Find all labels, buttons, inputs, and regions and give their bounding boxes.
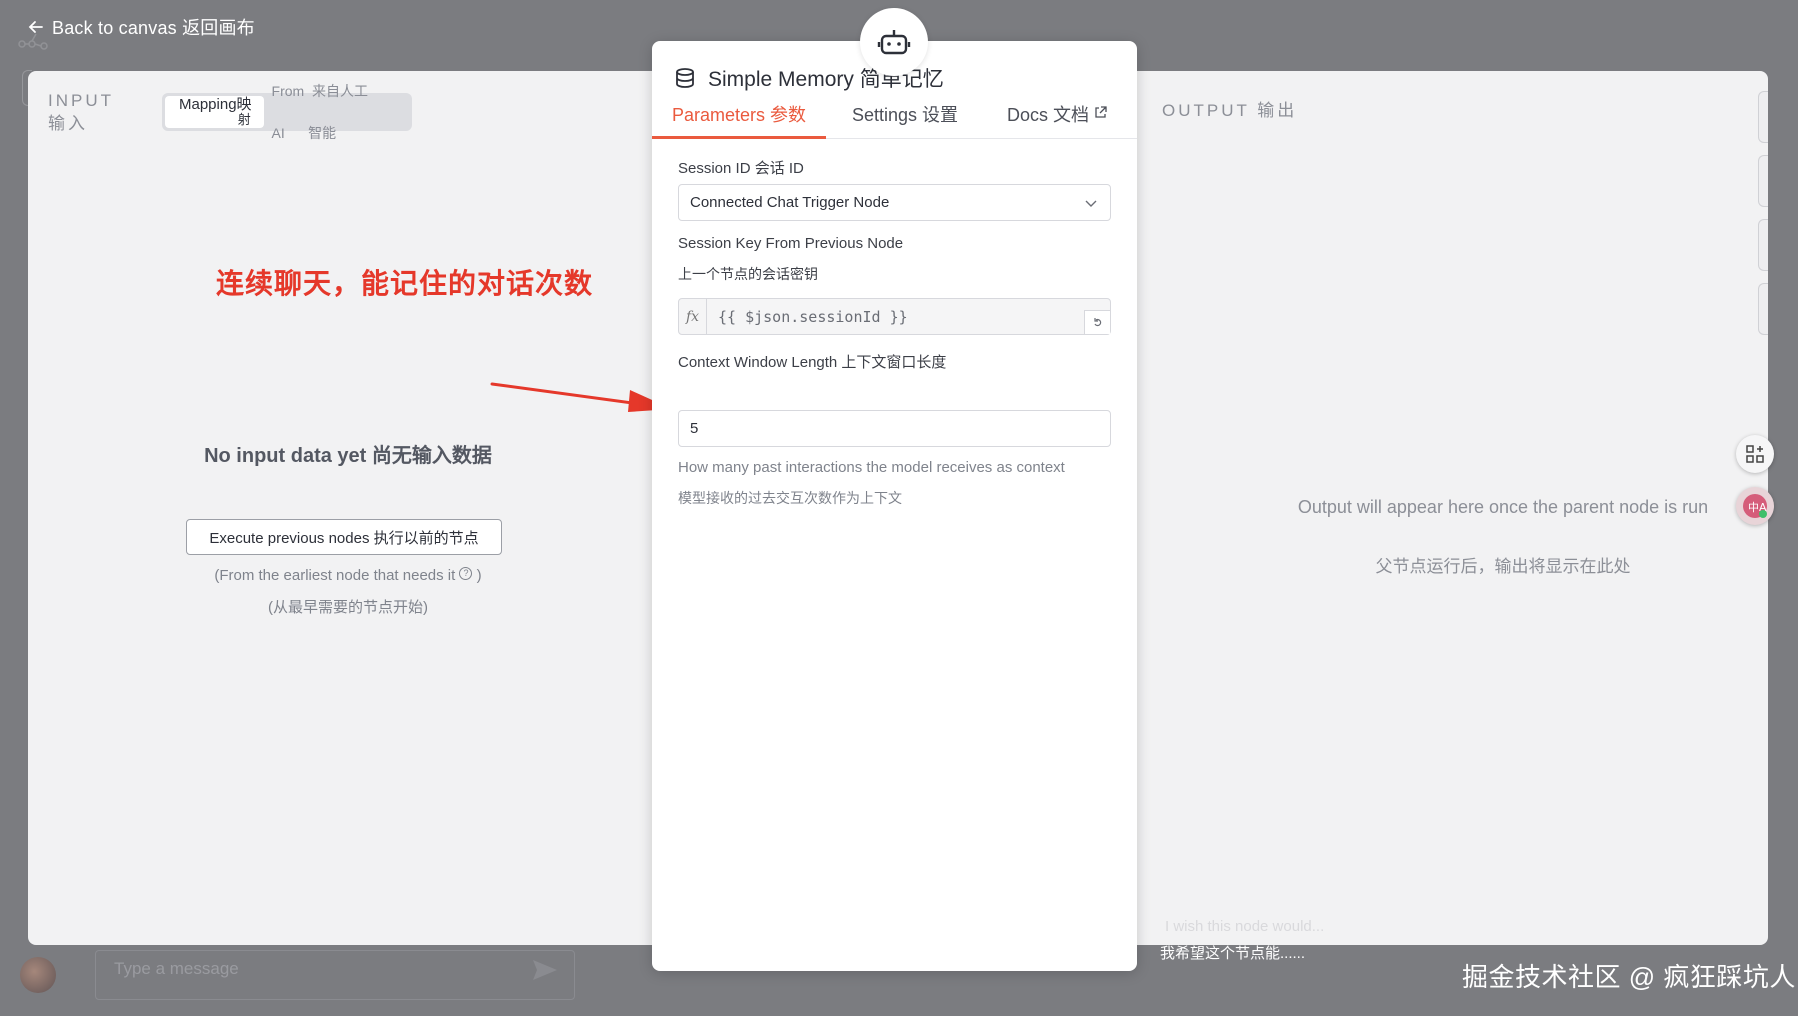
expand-icon xyxy=(1093,317,1101,326)
input-label-en: INPUT xyxy=(48,91,114,110)
session-key-expression: {{ $json.sessionId }} xyxy=(718,308,908,326)
input-section-label: INPUT 输入 xyxy=(48,89,114,135)
mode-from-ai-tab[interactable]: From 来自人工 AI 智能 xyxy=(264,84,376,140)
execute-note-text: (From the earliest node that needs it xyxy=(214,567,456,584)
back-to-canvas-label: Back to canvas 返回画布 xyxy=(52,18,255,38)
right-panel-edge xyxy=(1758,219,1768,271)
node-wish-prompt-cn: 我希望这个节点能...... xyxy=(1160,945,1306,962)
right-panel-edge xyxy=(1758,91,1768,143)
watermark: 掘金技术社区 @ 疯狂踩坑人 xyxy=(1462,962,1796,992)
session-key-label: Session Key From Previous Node xyxy=(678,235,904,252)
right-panel-edge xyxy=(1758,283,1768,335)
mode-from-ai-label: From 来自人工 xyxy=(271,83,368,99)
mode-from-ai-label-2: AI 智能 xyxy=(271,125,337,141)
context-window-value: 5 xyxy=(690,420,699,437)
no-input-title: No input data yet 尚无输入数据 xyxy=(204,445,492,467)
session-key-expression-input[interactable]: fx {{ $json.sessionId }} xyxy=(678,298,1111,335)
output-empty-message: Output will appear here once the parent … xyxy=(1297,497,1709,517)
context-window-label: Context Window Length 上下文窗口长度 xyxy=(678,354,947,371)
mode-mapping-label: Mapping映 xyxy=(179,96,252,113)
database-icon xyxy=(676,68,694,88)
send-icon[interactable] xyxy=(530,955,560,985)
execute-note-close: ) xyxy=(476,567,482,584)
help-circle-icon[interactable]: ? xyxy=(459,567,473,580)
translate-icon: 中A xyxy=(1743,494,1767,518)
mode-mapping-tab[interactable]: Mapping映 射 xyxy=(165,96,264,128)
arrow-left-icon xyxy=(28,21,43,33)
chevron-down-icon xyxy=(1085,200,1097,207)
translate-button[interactable]: 中A xyxy=(1736,487,1774,525)
tab-parameters[interactable]: Parameters 参数 xyxy=(652,101,827,139)
right-panel-edge xyxy=(1758,155,1768,207)
output-section-label: OUTPUT 输出 xyxy=(1162,101,1298,120)
annotation-text: 连续聊天，能记住的对话次数 xyxy=(216,268,594,299)
tab-settings[interactable]: Settings 设置 xyxy=(852,101,958,139)
annotation-arrow-icon xyxy=(490,382,672,412)
node-wish-prompt[interactable]: I wish this node would... xyxy=(1165,918,1324,935)
session-id-select[interactable]: Connected Chat Trigger Node xyxy=(678,184,1111,221)
session-key-label-cn: 上一个节点的会话密钥 xyxy=(678,266,818,282)
execute-note-cn: (从最早需要的节点开始) xyxy=(268,599,428,616)
node-parameters-panel: Simple Memory 简单记忆 Parameters 参数 Setting… xyxy=(652,41,1137,971)
back-to-canvas-link[interactable]: Back to canvas 返回画布 xyxy=(28,14,255,40)
avatar xyxy=(20,957,56,993)
context-window-hint: How many past interactions the model rec… xyxy=(678,459,1065,476)
fx-icon: fx xyxy=(679,299,707,334)
session-id-label: Session ID 会话 ID xyxy=(678,160,804,177)
input-label-cn: 输入 xyxy=(48,114,88,133)
context-window-input[interactable]: 5 xyxy=(678,410,1111,447)
external-link-icon xyxy=(1095,106,1107,118)
execute-previous-nodes-button[interactable]: Execute previous nodes 执行以前的节点 xyxy=(186,519,502,555)
node-tabs: Parameters 参数 Settings 设置 Docs 文档 xyxy=(652,101,1137,139)
tab-docs[interactable]: Docs 文档 xyxy=(1007,101,1107,139)
grid-plus-icon xyxy=(1746,445,1764,463)
session-id-value: Connected Chat Trigger Node xyxy=(690,194,890,211)
expand-expression-button[interactable] xyxy=(1084,310,1110,334)
robot-icon xyxy=(877,30,911,55)
output-empty-message-cn: 父节点运行后，输出将显示在此处 xyxy=(1375,557,1631,576)
apps-grid-button[interactable] xyxy=(1736,435,1774,473)
mode-mapping-label-2: 射 xyxy=(237,112,251,127)
context-window-hint-cn: 模型接收的过去交互次数作为上下文 xyxy=(678,490,902,506)
node-type-badge xyxy=(860,8,928,76)
tab-docs-label: Docs 文档 xyxy=(1007,105,1090,125)
input-mode-toggle: Mapping映 射 From 来自人工 AI 智能 xyxy=(162,84,412,140)
execute-note: (From the earliest node that needs it ? … xyxy=(28,567,668,584)
chat-placeholder: Type a message xyxy=(114,959,239,978)
